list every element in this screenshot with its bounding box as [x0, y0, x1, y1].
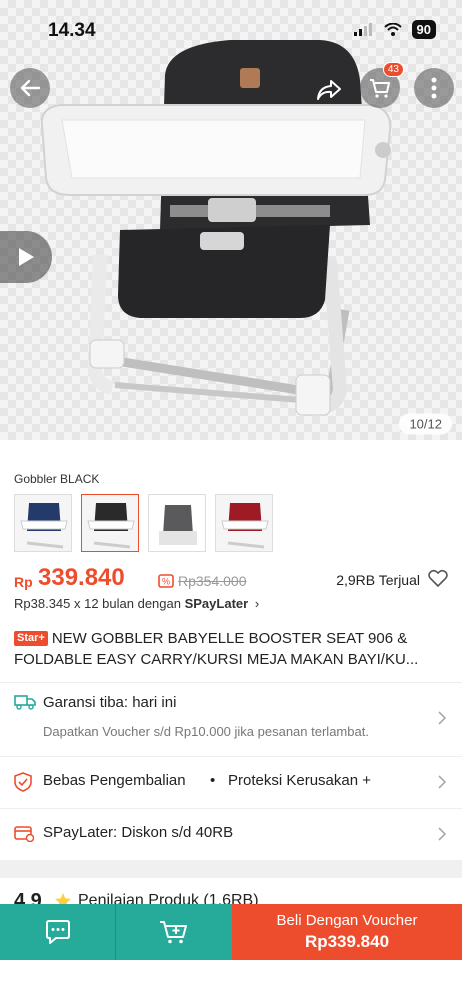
product-title-text: NEW GOBBLER BABYELLE BOOSTER SEAT 906 & …	[14, 630, 419, 668]
chevron-right-icon	[438, 711, 446, 725]
product-title: Star+ NEW GOBBLER BABYELLE BOOSTER SEAT 9…	[14, 628, 450, 670]
truck-icon	[14, 695, 36, 710]
add-to-cart-icon	[160, 921, 187, 944]
star-plus-badge: Star+	[14, 631, 48, 646]
variant-thumb-grey[interactable]	[148, 494, 206, 552]
variant-image	[216, 495, 272, 551]
variant-thumb-red[interactable]	[215, 494, 273, 552]
back-icon	[20, 79, 41, 97]
returns-row[interactable]: Bebas Pengembalian • Proteksi Kerusakan …	[0, 758, 462, 804]
price-current: 339.840	[38, 564, 125, 591]
sold-count: 2,9RB Terjual	[336, 572, 420, 588]
heart-icon[interactable]	[428, 569, 448, 587]
guarantee-label: Garansi tiba: hari ini	[43, 694, 177, 711]
guarantee-sub: Dapatkan Voucher s/d Rp10.000 jika pesan…	[43, 724, 369, 739]
chevron-right-icon	[438, 827, 446, 841]
image-counter: 10/12	[399, 413, 452, 435]
battery-indicator: 90	[411, 20, 436, 39]
variant-thumbnails	[14, 494, 273, 552]
cart-icon	[370, 79, 390, 98]
status-time: 14.34	[48, 20, 96, 41]
price-currency: Rp	[14, 574, 33, 590]
chevron-right-icon	[438, 775, 446, 789]
variant-name: Gobbler BLACK	[14, 472, 100, 486]
variant-image	[15, 495, 71, 551]
cart-count-badge: 43	[382, 62, 404, 77]
buy-with-voucher-button[interactable]: Beli Dengan Voucher Rp339.840	[232, 904, 462, 960]
installment-info[interactable]: Rp38.345 x 12 bulan dengan SPayLater ›	[14, 596, 259, 611]
variant-image	[149, 495, 205, 551]
section-gap	[0, 860, 462, 878]
spaylater-row[interactable]: SPayLater: Diskon s/d 40RB	[0, 810, 462, 856]
protection-label: Proteksi Kerusakan +	[228, 772, 371, 789]
returns-separator: •	[210, 772, 216, 789]
spaylater-label: SPayLater: Diskon s/d 40RB	[43, 824, 234, 841]
more-icon	[431, 77, 437, 99]
divider	[0, 808, 462, 809]
share-icon	[317, 80, 341, 100]
svg-text:%: %	[162, 577, 170, 587]
play-icon	[19, 248, 34, 266]
price-row: Rp 339.840 % Rp354.000 2,9RB Terjual	[14, 562, 448, 594]
status-bar: 14.34 90	[0, 0, 462, 56]
chevron-right-icon: ›	[254, 596, 260, 611]
divider	[0, 682, 462, 683]
card-icon	[14, 826, 34, 842]
chat-icon	[45, 920, 70, 944]
product-image-gallery[interactable]: 14.34 90 43 10/12	[0, 0, 462, 440]
discount-tag-icon: %	[158, 574, 174, 588]
bottom-action-bar: Beli Dengan Voucher Rp339.840	[0, 904, 462, 960]
buy-button-price: Rp339.840	[304, 932, 390, 951]
variant-thumb-navy[interactable]	[14, 494, 72, 552]
share-button[interactable]	[309, 70, 349, 110]
installment-text: Rp38.345 x 12 bulan dengan	[14, 596, 185, 611]
cart-button[interactable]: 43	[360, 62, 404, 108]
more-button[interactable]	[414, 68, 454, 108]
buy-button-label: Beli Dengan Voucher	[276, 912, 418, 929]
variant-thumb-black[interactable]	[81, 494, 139, 552]
returns-label: Bebas Pengembalian	[43, 772, 186, 789]
back-button[interactable]	[10, 68, 50, 108]
chat-button[interactable]	[0, 904, 116, 960]
guarantee-row[interactable]: Garansi tiba: hari ini Dapatkan Voucher …	[0, 684, 462, 754]
signal-icon	[353, 23, 372, 36]
installment-brand: SPayLater	[184, 596, 249, 611]
variant-image	[82, 495, 138, 551]
wifi-icon	[383, 23, 402, 36]
divider	[0, 756, 462, 757]
add-to-cart-button[interactable]	[116, 904, 232, 960]
home-indicator-area	[0, 960, 462, 1000]
price-original: Rp354.000	[178, 573, 247, 589]
shield-icon	[14, 772, 32, 792]
play-video-button[interactable]	[0, 231, 52, 283]
